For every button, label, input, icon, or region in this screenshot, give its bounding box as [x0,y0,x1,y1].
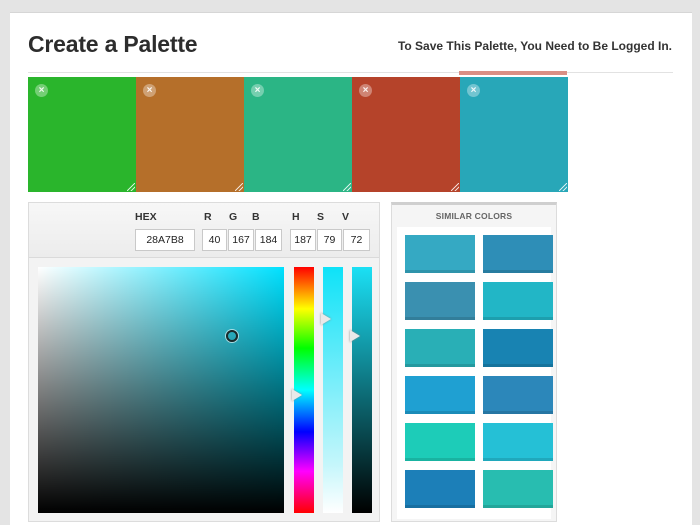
palette-swatch[interactable]: × [352,77,460,192]
hue-slider[interactable] [292,267,314,513]
similar-color-swatch[interactable] [405,470,475,508]
v-input[interactable]: 72 [343,229,370,251]
similar-colors-title: SIMILAR COLORS [435,211,513,221]
b-input[interactable]: 184 [255,229,282,251]
palette-swatch[interactable]: × [28,77,136,192]
h-label: H [292,211,300,223]
g-input[interactable]: 167 [228,229,254,251]
resize-handle-icon[interactable] [343,183,351,191]
close-icon[interactable]: × [467,84,480,97]
r-input[interactable]: 40 [202,229,227,251]
resize-handle-icon[interactable] [127,183,135,191]
similar-color-swatch[interactable] [405,423,475,461]
s-label: S [317,211,325,223]
g-label: G [229,211,238,223]
palette-swatch[interactable]: × [460,77,568,192]
close-icon[interactable]: × [35,84,48,97]
r-label: R [204,211,212,223]
resize-handle-icon[interactable] [559,183,567,191]
similar-color-swatch[interactable] [405,376,475,414]
similar-color-swatch[interactable] [483,329,553,367]
similar-colors-panel: SIMILAR COLORS [391,202,557,522]
palette-swatches: × × × × × [28,77,568,192]
saturation-slider[interactable] [321,267,343,513]
b-label: B [252,211,260,223]
value-slider-handle[interactable] [350,329,360,342]
palette-card: Create a Palette To Save This Palette, Y… [10,12,692,525]
resize-handle-icon[interactable] [451,183,459,191]
similar-color-swatch[interactable] [405,329,475,367]
login-notice: To Save This Palette, You Need to Be Log… [397,39,672,53]
saturation-slider-handle[interactable] [321,312,331,325]
similar-colors-grid [397,227,553,519]
header-divider [28,72,673,73]
similar-color-swatch[interactable] [405,235,475,273]
close-icon[interactable]: × [359,84,372,97]
palette-swatch[interactable]: × [136,77,244,192]
picker-cursor[interactable] [226,329,239,342]
active-swatch-indicator [459,71,567,75]
similar-color-swatch[interactable] [405,282,475,320]
color-values-bar: HEX 28A7B8 R 40 G 167 B 184 H 187 S 79 V… [29,203,379,258]
color-editor: HEX 28A7B8 R 40 G 167 B 184 H 187 S 79 V… [28,202,380,522]
resize-handle-icon[interactable] [235,183,243,191]
close-icon[interactable]: × [143,84,156,97]
hex-label: HEX [135,211,157,223]
palette-swatch[interactable]: × [244,77,352,192]
value-slider[interactable] [350,267,372,513]
similar-color-swatch[interactable] [483,282,553,320]
similar-color-swatch[interactable] [483,235,553,273]
similar-color-swatch[interactable] [483,376,553,414]
h-input[interactable]: 187 [290,229,316,251]
page-title: Create a Palette [28,31,198,57]
s-input[interactable]: 79 [317,229,342,251]
saturation-value-picker[interactable] [38,267,284,513]
similar-color-swatch[interactable] [483,470,553,508]
similar-color-swatch[interactable] [483,423,553,461]
hex-input[interactable]: 28A7B8 [135,229,195,251]
v-label: V [342,211,350,223]
close-icon[interactable]: × [251,84,264,97]
hue-slider-handle[interactable] [292,388,302,401]
